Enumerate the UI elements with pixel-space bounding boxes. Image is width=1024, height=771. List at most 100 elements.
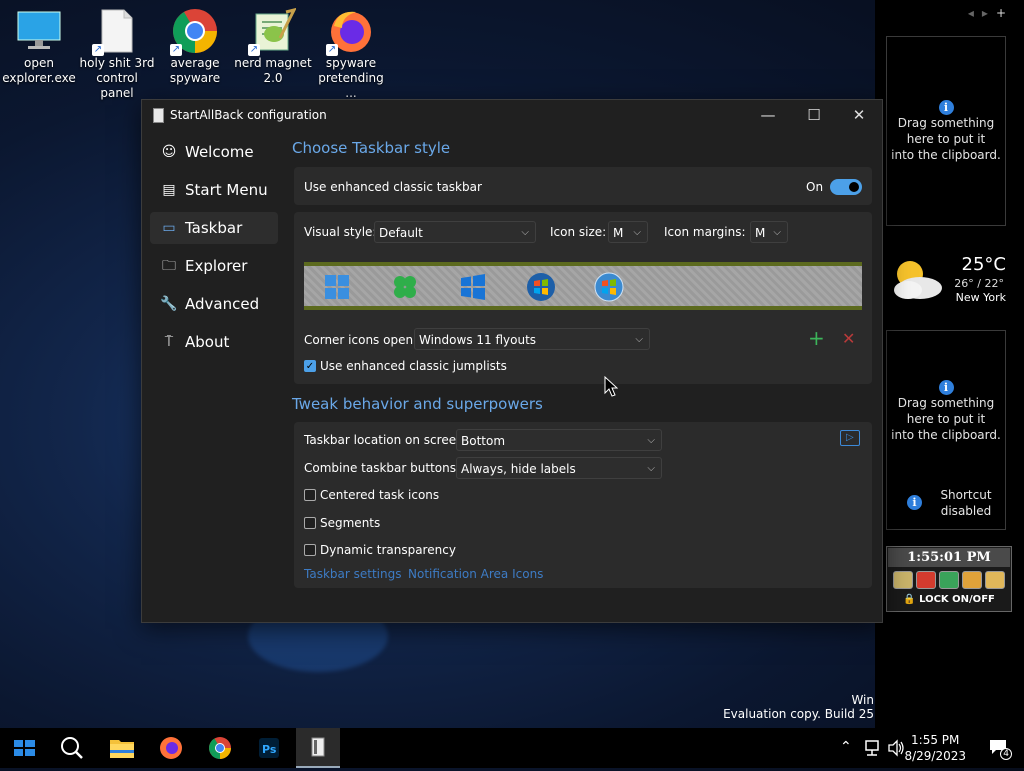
icon-size-label: Icon size:	[550, 225, 607, 239]
tray-clock[interactable]: 1:55 PM 8/29/2023	[904, 732, 966, 764]
taskbar-photoshop[interactable]: Ps	[247, 728, 291, 768]
preview-play-button[interactable]: ▷	[840, 430, 860, 446]
recycle-icon[interactable]	[939, 571, 959, 589]
desktop-icon-firefox[interactable]: ↗ spyware pretending ...	[312, 6, 390, 101]
nav-advanced[interactable]: 🔧 Advanced	[150, 288, 278, 320]
folder-icon: 🗀	[162, 258, 176, 274]
nav-about[interactable]: ⍑ About	[150, 326, 278, 358]
combine-label: Combine taskbar buttons:	[304, 461, 461, 475]
nav-label: Taskbar	[185, 219, 243, 237]
folder-icon	[110, 740, 134, 758]
key-icon[interactable]	[962, 571, 982, 589]
taskbar-chrome[interactable]	[198, 728, 242, 768]
nav-start-menu[interactable]: ▤ Start Menu	[150, 174, 278, 206]
taskbar-settings-link[interactable]: Taskbar settings	[304, 567, 401, 581]
jumplists-checkbox[interactable]: ✓	[304, 360, 316, 372]
watermark-line: Evaluation copy. Build 25	[723, 707, 874, 721]
evaluation-watermark: Win Evaluation copy. Build 25	[723, 693, 874, 721]
shortcut-arrow-icon: ↗	[170, 44, 182, 56]
sidebar-nav[interactable]: ◂▸+	[968, 6, 1014, 20]
weather-gadget[interactable]: 25°C 26° / 22° New York	[886, 250, 1006, 310]
lock-clock-gadget[interactable]: 1:55:01 PM 🔒 LOCK ON/OFF	[886, 546, 1012, 612]
title-bar[interactable]: StartAllBack configuration — ☐ ✕	[142, 100, 882, 130]
dynamic-transparency-checkbox[interactable]	[304, 544, 316, 556]
taskbar-preview	[304, 262, 862, 310]
section-title-taskbar-style: Choose Taskbar style	[292, 139, 451, 157]
nav-label: Advanced	[185, 295, 260, 313]
volume-icon[interactable]	[886, 738, 906, 758]
nav-taskbar[interactable]: ▭ Taskbar	[150, 212, 278, 244]
show-hidden-icons-chevron-icon[interactable]: ⌃	[840, 739, 852, 755]
clipboard-gadget-2[interactable]: i Drag something here to put it into the…	[886, 330, 1006, 530]
icon-size-select[interactable]: M ⌵	[608, 221, 648, 243]
clipboard-text: here to put it	[906, 132, 986, 146]
segments-label: Segments	[320, 516, 381, 530]
info-icon: i	[938, 100, 954, 115]
next-icon[interactable]: ▸	[982, 6, 996, 20]
windows-logo-icon	[14, 740, 35, 756]
nav-welcome[interactable]: ☺ Welcome	[150, 136, 278, 168]
weather-temp: 25°C	[961, 254, 1006, 275]
shortcut-label: disabled	[940, 504, 992, 518]
gadget-icon-row	[887, 571, 1011, 589]
start-button[interactable]	[2, 728, 46, 768]
corner-icons-select[interactable]: Windows 11 flyouts ⌵	[414, 328, 650, 350]
chevron-down-icon: ⌵	[773, 227, 781, 238]
centered-icons-checkbox[interactable]	[304, 489, 316, 501]
gadget-clock-time: 1:55:01 PM	[888, 548, 1010, 567]
clipboard-gadget[interactable]: i Drag something here to put it into the…	[886, 36, 1006, 226]
dynamic-transparency-label: Dynamic transparency	[320, 543, 456, 557]
add-button[interactable]: +	[808, 326, 825, 350]
lock-icon: 🔒	[903, 594, 916, 605]
firefox-icon	[160, 737, 182, 759]
lock-label: LOCK ON/OFF	[919, 594, 995, 605]
chrome-icon: ↗	[170, 8, 218, 56]
clipboard-text: here to put it	[906, 412, 986, 426]
weather-city: New York	[955, 291, 1006, 304]
select-value: M	[613, 226, 624, 240]
enhanced-taskbar-card: Use enhanced classic taskbar On	[294, 167, 872, 205]
taskbar-icon: ▭	[162, 220, 176, 236]
segments-checkbox[interactable]	[304, 517, 316, 529]
power-icon[interactable]	[916, 571, 936, 589]
window-title: StartAllBack configuration	[170, 108, 327, 122]
enhanced-taskbar-toggle[interactable]	[830, 179, 862, 195]
taskbar-firefox[interactable]	[149, 728, 193, 768]
minimize-button[interactable]: —	[745, 100, 791, 130]
firefox-icon: ↗	[326, 8, 374, 56]
lock-toggle[interactable]: 🔒 LOCK ON/OFF	[887, 594, 1011, 605]
startallback-window[interactable]: StartAllBack configuration — ☐ ✕ ☺ Welco…	[141, 99, 883, 623]
notification-center-button[interactable]: 4	[988, 738, 1012, 760]
centered-icons-label: Centered task icons	[320, 488, 440, 502]
combine-select[interactable]: Always, hide labels ⌵	[456, 457, 662, 479]
desktop-icon-control-panel[interactable]: ↗ holy shit 3rd control panel	[78, 6, 156, 101]
nav-explorer[interactable]: 🗀 Explorer	[150, 250, 278, 282]
search-button[interactable]	[50, 728, 94, 768]
desktop-icon-chrome[interactable]: ↗ average spyware	[156, 6, 234, 86]
remove-button[interactable]: ✕	[842, 329, 855, 348]
close-button[interactable]: ✕	[836, 100, 882, 130]
taskbar-file-explorer[interactable]	[100, 728, 144, 768]
clipboard-text: Drag something	[897, 116, 995, 130]
location-select[interactable]: Bottom ⌵	[456, 429, 662, 451]
folder-icon[interactable]	[893, 571, 913, 589]
visual-style-select[interactable]: Default ⌵	[374, 221, 536, 243]
desktop-icon-label: average spyware	[169, 56, 221, 85]
start-menu-icon: ▤	[162, 182, 176, 198]
shortcut-arrow-icon: ↗	[326, 44, 338, 56]
chevron-down-icon: ⌵	[521, 227, 529, 238]
prev-icon[interactable]: ◂	[968, 6, 982, 20]
network-icon[interactable]	[862, 738, 882, 758]
chevron-down-icon: ⌵	[647, 463, 655, 474]
desktop-icon-explorer[interactable]: open explorer.exe	[0, 6, 78, 86]
visual-style-label: Visual style:	[304, 225, 377, 239]
desktop-icon-notepadpp[interactable]: ↗ nerd magnet 2.0	[234, 6, 312, 86]
database-icon[interactable]	[985, 571, 1005, 589]
add-gadget-icon[interactable]: +	[996, 6, 1014, 20]
icon-margins-select[interactable]: M ⌵	[750, 221, 788, 243]
notification-count-badge: 4	[1000, 748, 1012, 760]
notification-area-link[interactable]: Notification Area Icons	[408, 567, 543, 581]
document-icon: ↗	[92, 8, 140, 56]
taskbar-startallback[interactable]	[296, 728, 340, 768]
maximize-button[interactable]: ☐	[791, 100, 837, 130]
